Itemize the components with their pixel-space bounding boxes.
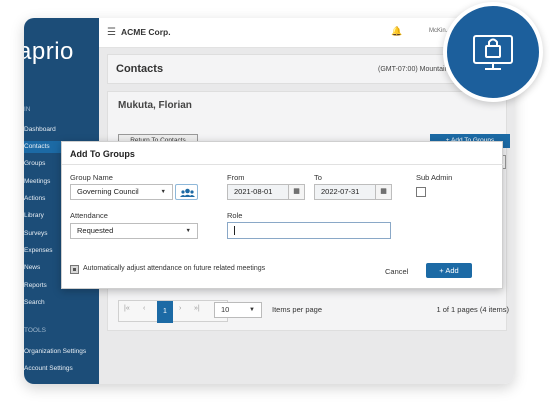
group-name-value: Governing Council bbox=[77, 187, 139, 196]
calendar-icon[interactable]: ▦ bbox=[288, 185, 304, 199]
group-name-select[interactable]: Governing Council ▼ bbox=[70, 184, 173, 200]
from-label: From bbox=[227, 173, 245, 182]
text-cursor bbox=[234, 226, 235, 235]
role-input[interactable] bbox=[227, 222, 391, 239]
monitor-lock-graphic bbox=[473, 35, 513, 70]
calendar-icon[interactable]: ▦ bbox=[375, 185, 391, 199]
cancel-button[interactable]: Cancel bbox=[385, 267, 408, 276]
add-to-groups-dialog: Add To Groups Group Name Governing Counc… bbox=[61, 141, 504, 289]
auto-adjust-label: Automatically adjust attendance on futur… bbox=[83, 265, 266, 272]
dialog-divider bbox=[62, 164, 504, 165]
chevron-down-icon: ▼ bbox=[185, 228, 191, 234]
sub-admin-label: Sub Admin bbox=[416, 173, 453, 182]
sub-admin-checkbox[interactable] bbox=[416, 187, 426, 197]
chevron-down-icon: ▼ bbox=[160, 189, 166, 195]
app-window: aprio IN Dashboard Contacts Groups Meeti… bbox=[24, 18, 514, 384]
stage: aprio IN Dashboard Contacts Groups Meeti… bbox=[0, 0, 550, 418]
checkbox-mark bbox=[73, 268, 76, 271]
group-name-label: Group Name bbox=[70, 173, 113, 182]
role-label: Role bbox=[227, 211, 243, 220]
to-date-value: 2022-07-31 bbox=[321, 187, 360, 196]
attendance-label: Attendance bbox=[70, 211, 108, 220]
auto-adjust-checkbox[interactable] bbox=[70, 265, 79, 274]
users-icon[interactable] bbox=[175, 184, 198, 200]
attendance-select[interactable]: Requested ▼ bbox=[70, 223, 198, 239]
dialog-title: Add To Groups bbox=[70, 149, 135, 159]
to-label: To bbox=[314, 173, 322, 182]
monitor-lock-icon bbox=[443, 2, 543, 102]
to-date-input[interactable]: 2022-07-31 ▦ bbox=[314, 184, 392, 200]
attendance-value: Requested bbox=[77, 226, 114, 235]
users-icon-graphic bbox=[180, 188, 195, 197]
from-date-value: 2021-08-01 bbox=[234, 187, 273, 196]
from-date-input[interactable]: 2021-08-01 ▦ bbox=[227, 184, 305, 200]
add-button[interactable]: + Add bbox=[426, 263, 472, 278]
